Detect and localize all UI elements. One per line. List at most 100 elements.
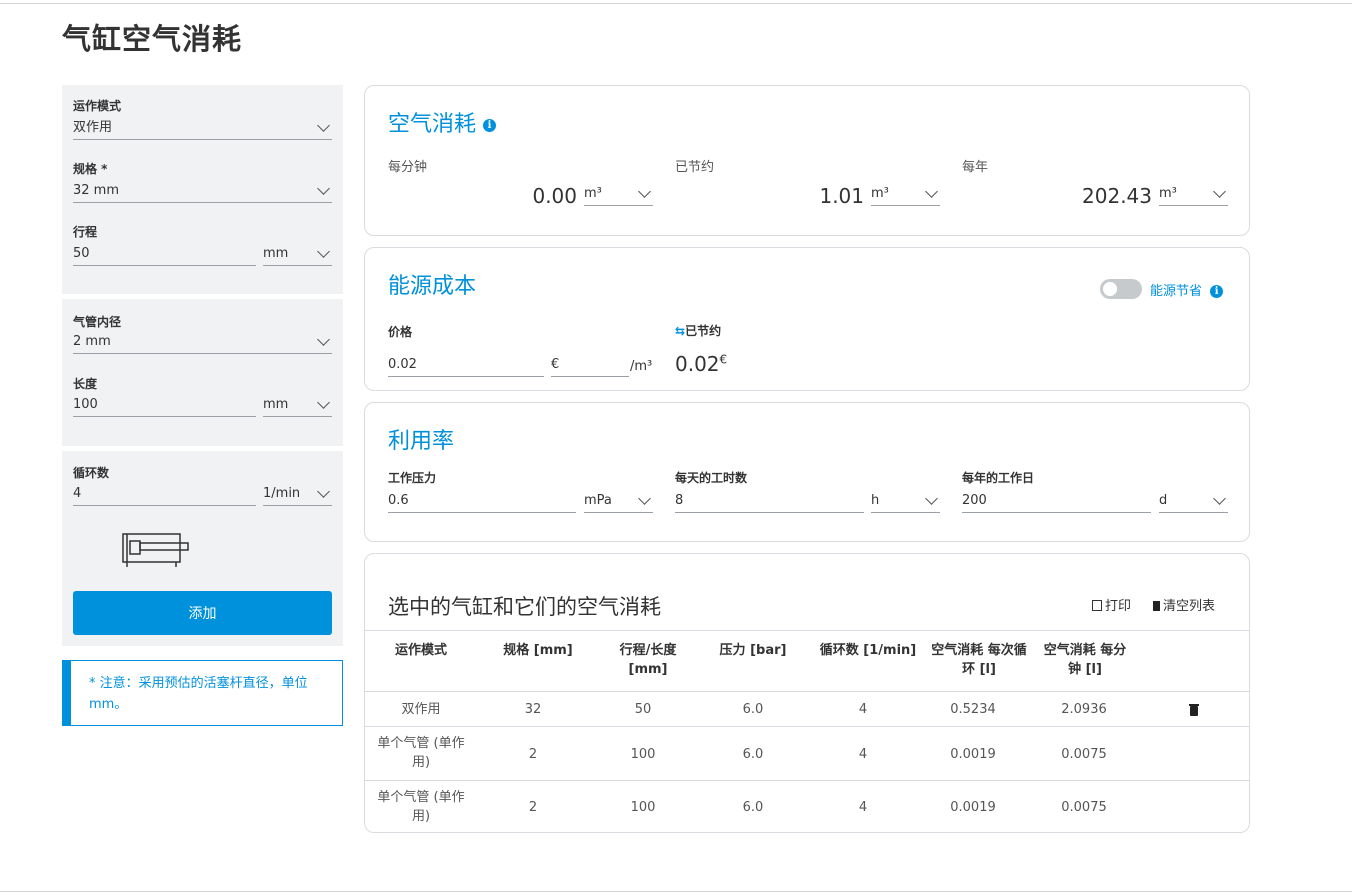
currency: € [551,357,560,372]
cell-stroke: 50 [634,702,652,717]
print-button[interactable]: 打印 [1092,595,1131,614]
utilization-card: 利用率 工作压力 0.6 mPa 每天的工时数 8 h 每年的工作日 200 d [364,402,1250,542]
saved-unit-select[interactable]: m³ [871,184,940,206]
price-label: 价格 [388,325,413,339]
days-unit-select[interactable]: d [1159,491,1228,513]
per-minute-unit: m³ [584,186,602,201]
table-row: 单个气管 (单作用) 2 100 6.0 4 0.0019 0.0075 [365,780,1249,832]
cylinder-diagram-icon [122,533,189,567]
pressure-unit: mPa [584,493,612,508]
per-year-value: 202.43 [1082,184,1152,208]
cell-stroke: 100 [630,800,656,815]
cell-cycles: 4 [858,747,868,762]
tube-value: 2 mm [73,334,111,349]
hours-input[interactable]: 8 [675,491,864,513]
table-row: 单个气管 (单作用) 2 100 6.0 4 0.0019 0.0075 [365,726,1249,780]
air-consumption-card: 空气消耗 i 每分钟 0.00 m³ 已节约 1.01 m³ 每年 202.43… [364,85,1250,236]
table-row: 双作用 32 50 6.0 4 0.5234 2.0936 [365,691,1249,726]
cell-mode: 单个气管 (单作用) [377,790,465,824]
chevron-down-icon [925,185,938,198]
stroke-input[interactable]: 50 [73,244,256,266]
length-label: 长度 [73,377,98,391]
hours-label: 每天的工时数 [675,471,748,485]
header-cycles: 循环数 [1/min] [819,643,917,658]
per-minute-value: 0.00 [532,184,577,208]
chevron-down-icon [317,333,330,346]
cycles-panel: 循环数 4 1/min 添加 [62,451,343,646]
per-minute-unit-select[interactable]: m³ [584,184,653,206]
stroke-unit-select[interactable]: mm [263,244,332,266]
print-label: 打印 [1105,599,1132,614]
cycles-unit-select[interactable]: 1/min [263,484,332,506]
days-unit: d [1159,493,1168,508]
header-pressure: 压力 [bar] [719,643,787,658]
cost-saved-currency: € [719,352,728,367]
cycles-label: 循环数 [73,466,110,480]
cell-mode: 单个气管 (单作用) [377,736,465,770]
chevron-down-icon [317,485,330,498]
energy-saving-toggle[interactable] [1100,279,1142,299]
days-input[interactable]: 200 [962,491,1151,513]
mode-value: 双作用 [73,120,113,135]
air-consumption-title: 空气消耗 i [388,106,497,138]
mode-select[interactable]: 双作用 [73,118,332,140]
cell-mode: 双作用 [401,702,441,717]
per-year-unit-select[interactable]: m³ [1159,184,1228,206]
air-consumption-title-text: 空气消耗 [388,112,477,137]
chevron-down-icon [317,182,330,195]
chevron-down-icon [925,492,938,505]
cell-per-cycle: 0.0019 [950,800,996,815]
add-button[interactable]: 添加 [73,591,332,635]
clear-list-button[interactable]: 清空列表 [1153,595,1215,614]
print-icon [1092,600,1102,611]
delete-row-trash-icon[interactable] [1189,704,1199,716]
cell-size: 2 [528,800,538,815]
trash-icon [1153,601,1160,611]
cycles-value: 4 [73,486,82,501]
page-title: 气缸空气消耗 [62,22,243,56]
selected-cylinders-card: 选中的气缸和它们的空气消耗 打印 清空列表 运作模式 规格 [mm] 行程/长度… [364,553,1250,833]
cylinder-settings-panel: 运作模式 双作用 规格 * 32 mm 行程 50 mm [62,85,343,294]
size-label: 规格 * [73,162,108,176]
saved-unit: m³ [871,186,889,201]
days-value: 200 [962,493,987,508]
cell-per-cycle: 0.0019 [950,747,996,762]
cost-saved-number: 0.02 [675,352,720,376]
cost-saved-label: ⇆已节约 [675,322,721,339]
cell-per-minute: 0.0075 [1061,747,1107,762]
tube-select[interactable]: 2 mm [73,332,332,354]
cell-per-cycle: 0.5234 [950,702,996,717]
header-per-minute: 空气消耗 每分钟 [l] [1043,643,1127,677]
cell-per-minute: 2.0936 [1061,702,1107,717]
tube-settings-panel: 气管内径 2 mm 长度 100 mm [62,299,343,446]
top-divider [0,3,1352,4]
mode-label: 运作模式 [73,99,122,113]
pressure-label: 工作压力 [388,471,437,485]
info-icon[interactable]: i [483,118,497,132]
info-icon[interactable]: i [1210,285,1224,298]
currency-select[interactable]: € [551,355,629,377]
utilization-title: 利用率 [388,429,455,454]
length-input[interactable]: 100 [73,395,256,417]
cycles-input[interactable]: 4 [73,484,256,506]
saved-value: 1.01 [819,184,864,208]
cell-size: 2 [528,747,538,762]
energy-cost-title: 能源成本 [388,274,477,299]
table-header: 运作模式 规格 [mm] 行程/长度 [mm] 压力 [bar] 循环数 [1/… [365,630,1249,691]
bottom-divider [0,891,1352,892]
cost-saved-label-text: 已节约 [685,324,722,338]
per-minute-label: 每分钟 [388,160,428,175]
pressure-unit-select[interactable]: mPa [584,491,653,513]
hours-unit-select[interactable]: h [871,491,940,513]
length-unit: mm [263,397,289,412]
energy-cost-card: 能源成本 能源节省 i 价格 0.02 € /m³ ⇆已节约 0.02€ [364,247,1250,391]
swap-icon: ⇆ [675,324,686,338]
header-size: 规格 [mm] [503,643,573,658]
energy-saving-label-text: 能源节省 [1150,284,1203,299]
length-unit-select[interactable]: mm [263,395,332,417]
price-input[interactable]: 0.02 [388,355,544,377]
size-select[interactable]: 32 mm [73,181,332,203]
pressure-input[interactable]: 0.6 [388,491,576,513]
per-year-label: 每年 [962,160,989,175]
chevron-down-icon [1213,492,1226,505]
